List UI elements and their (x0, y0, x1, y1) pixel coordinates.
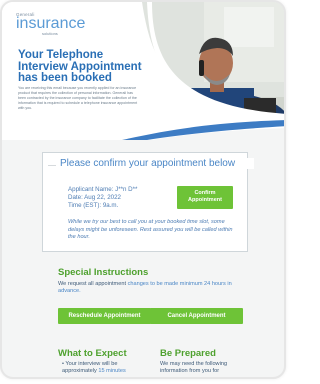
be-prepared-text: We may need the following information fr… (160, 361, 228, 374)
special-instructions-text: We request all appointment changes to be… (58, 281, 238, 295)
insurance-logo: Generali insurance solutions (16, 12, 85, 36)
card-title: Please confirm your appointment below (56, 158, 254, 169)
hero-lead-text: You are receiving this email because you… (18, 86, 138, 110)
cancel-appointment-button[interactable]: Cancel Appointment (150, 308, 243, 324)
appointment-details: Applicant Name: J**n D** Date: Aug 22, 2… (68, 186, 137, 210)
email-hero: Generali insurance solutions Your Teleph… (2, 2, 284, 140)
email-preview-frame: Generali insurance solutions Your Teleph… (0, 0, 286, 379)
timing-note: While we try our best to call you at you… (68, 219, 233, 240)
special-instructions-pre: We request all appointment (58, 281, 128, 287)
what-to-expect-title: What to Expect (58, 348, 127, 359)
reschedule-appointment-button[interactable]: Reschedule Appointment (58, 308, 151, 324)
what-to-expect-text: • Your interview will be approximately 1… (62, 361, 147, 375)
applicant-name: Applicant Name: J**n D** (68, 186, 138, 193)
hero-title: Your Telephone Interview Appointment has… (18, 49, 142, 84)
logo-wordmark: insurance (16, 15, 86, 32)
special-instructions-title: Special Instructions (58, 267, 149, 278)
appointment-time: Time (EST): 9a.m. (68, 202, 119, 209)
confirm-appointment-button[interactable]: Confirm Appointment (177, 186, 233, 209)
bullet-icon: • (62, 361, 64, 367)
appointment-date: Date: Aug 22, 2022 (68, 194, 121, 201)
be-prepared-title: Be Prepared (160, 348, 216, 359)
expect-duration: 15 minutes (98, 368, 126, 374)
